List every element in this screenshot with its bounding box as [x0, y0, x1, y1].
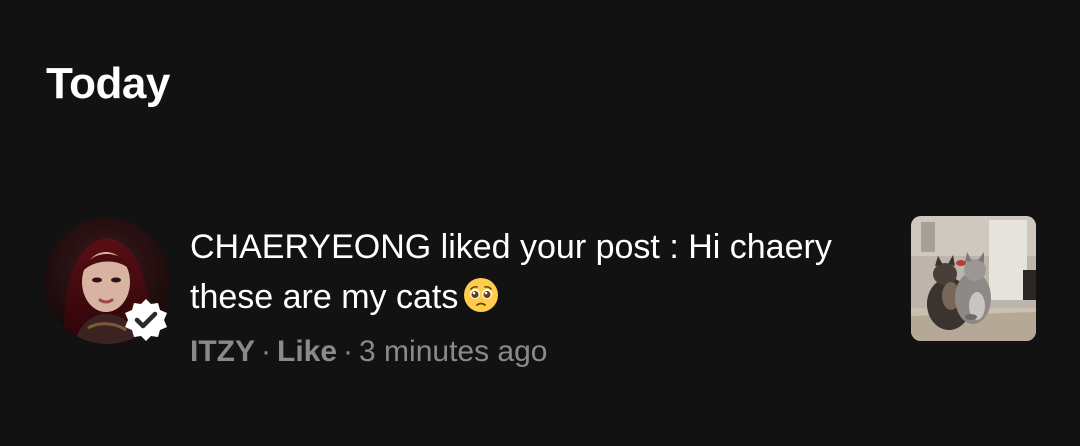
like-notification[interactable]: CHAERYEONG liked your post : Hi chaery t…	[44, 216, 1036, 368]
pleading-face-emoji-icon	[464, 278, 499, 312]
verified-badge-icon	[125, 299, 167, 341]
notification-meta: ITZY · Like · 3 minutes ago	[190, 332, 850, 372]
notification-text: CHAERYEONG liked your post : Hi chaery t…	[190, 222, 850, 372]
meta-separator: ·	[343, 335, 354, 368]
section-title-today: Today	[46, 59, 170, 108]
message-text: CHAERYEONG liked your post : Hi chaery t…	[190, 228, 832, 316]
meta-separator: ·	[261, 335, 271, 368]
avatar[interactable]	[44, 218, 170, 344]
action-type: Like	[277, 335, 338, 368]
notification-message: CHAERYEONG liked your post : Hi chaery t…	[190, 222, 850, 322]
post-thumbnail[interactable]	[911, 216, 1036, 341]
cats-photo-thumbnail	[911, 216, 1036, 341]
timestamp: 3 minutes ago	[359, 335, 548, 368]
source-name[interactable]: ITZY	[190, 335, 255, 368]
